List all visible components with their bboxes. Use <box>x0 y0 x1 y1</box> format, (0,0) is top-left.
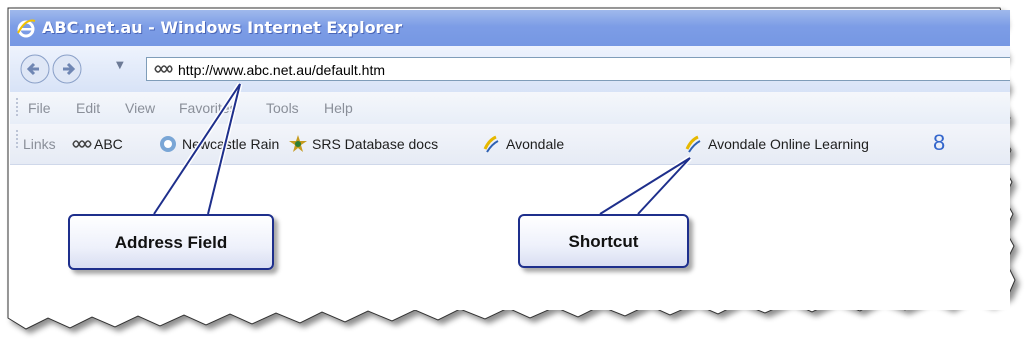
shortcut-callout: Shortcut <box>518 214 689 268</box>
weather-icon <box>160 136 176 152</box>
link-abc[interactable]: ABC <box>94 136 123 152</box>
screenshot-canvas: ABC.net.au - Windows Internet Explorer ▼ <box>0 0 1027 352</box>
menu-edit[interactable]: Edit <box>76 100 100 116</box>
back-arrow-icon <box>20 54 50 84</box>
address-url: http://www.abc.net.au/default.htm <box>178 62 386 78</box>
toolbar-grip <box>16 130 18 150</box>
shortcut-callout-label: Shortcut <box>568 232 639 251</box>
link-avondale-online-learning[interactable]: Avondale Online Learning <box>708 136 869 152</box>
window-title: ABC.net.au - Windows Internet Explorer <box>42 18 403 37</box>
forward-arrow-icon <box>52 54 82 84</box>
avondale-icon <box>483 135 499 153</box>
menu-favorites[interactable]: Favorites <box>179 100 237 116</box>
address-field-callout-label: Address Field <box>114 233 228 252</box>
address-field-callout: Address Field <box>68 214 274 270</box>
links-bar: Links ABC Newcastle Rain SRS Database do… <box>10 124 1010 165</box>
abc-logo-icon <box>72 140 92 148</box>
forward-button[interactable] <box>52 54 82 84</box>
title-bar: ABC.net.au - Windows Internet Explorer <box>10 10 1010 46</box>
recent-pages-dropdown[interactable]: ▼ <box>116 60 130 74</box>
back-button[interactable] <box>20 54 50 84</box>
menu-bar: File Edit View Favorites Tools Help <box>10 92 1010 125</box>
link-srs-database-docs[interactable]: SRS Database docs <box>312 136 438 152</box>
links-label: Links <box>23 136 56 152</box>
menu-tools[interactable]: Tools <box>266 100 299 116</box>
navigation-bar: ▼ http://www.abc.net.au/default.htm <box>10 46 1010 93</box>
menu-view[interactable]: View <box>125 100 155 116</box>
toolbar-grip <box>16 98 18 118</box>
link-google[interactable]: 8 <box>933 130 945 156</box>
menu-file[interactable]: File <box>28 100 51 116</box>
internet-explorer-icon <box>17 19 36 38</box>
address-field[interactable]: http://www.abc.net.au/default.htm <box>146 57 1010 81</box>
link-avondale[interactable]: Avondale <box>506 136 564 152</box>
menu-help[interactable]: Help <box>324 100 353 116</box>
srs-icon <box>289 135 307 152</box>
abc-logo-icon <box>154 65 173 73</box>
link-newcastle-rain[interactable]: Newcastle Rain <box>182 136 279 152</box>
avondale-icon <box>685 135 701 153</box>
